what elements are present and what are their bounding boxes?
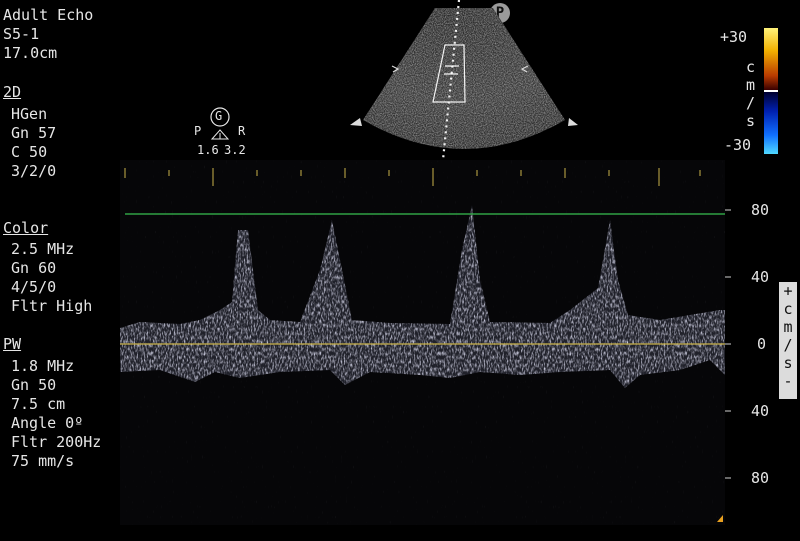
mode-pw-line-3: 7.5 cm: [11, 395, 66, 413]
mode-pw-line-5: Fltr 200Hz: [11, 433, 102, 451]
mode-pw-line-6: 75 mm/s: [11, 452, 75, 470]
velocity-label-0: 0: [757, 335, 767, 353]
velocity-label-40-bottom: 40: [751, 402, 770, 420]
mode-color-line-2: Gn 60: [11, 259, 57, 277]
mode-2d-line-4: 3/2/0: [11, 162, 57, 180]
mode-pw-line-4: Angle 0º: [11, 414, 84, 432]
velocity-unit-slash: /: [783, 336, 793, 354]
mode-2d-line-3: C 50: [11, 143, 48, 161]
mode-2d-line-1: HGen: [11, 105, 48, 123]
g-marker-left-label: P: [194, 124, 202, 138]
g-marker-right-value: 3.2: [224, 143, 246, 157]
color-scale-unit-s: s: [746, 112, 756, 130]
mode-2d-line-2: Gn 57: [11, 124, 57, 142]
sector-left-triangle-marker: [350, 118, 362, 126]
g-marker-right-label: R: [238, 124, 246, 138]
pw-doppler-spectrum[interactable]: [120, 160, 725, 525]
velocity-unit-plus: +: [783, 282, 793, 300]
preset-label: Adult Echo: [3, 6, 94, 24]
velocity-unit-box: + c m / s -: [779, 282, 797, 399]
mode-2d-title: 2D: [3, 83, 22, 101]
velocity-label-40-top: 40: [751, 268, 770, 286]
velocity-label-80-bottom: 80: [751, 469, 770, 487]
velocity-label-80-top: 80: [751, 201, 770, 219]
velocity-unit-c: c: [783, 300, 793, 318]
color-velocity-bar: [764, 28, 778, 154]
sector-right-triangle-marker: [568, 118, 578, 126]
color-scale-unit-m: m: [746, 76, 756, 94]
velocity-unit-minus: -: [783, 372, 793, 390]
g-marker-left-value: 1.6: [197, 143, 219, 157]
mode-pw-line-1: 1.8 MHz: [11, 357, 75, 375]
mode-color-line-1: 2.5 MHz: [11, 240, 75, 258]
mode-pw-title: PW: [3, 335, 22, 353]
color-velocity-bar-graphic: [764, 28, 778, 154]
color-scale-unit-c: c: [746, 58, 756, 76]
mode-pw-line-2: Gn 50: [11, 376, 57, 394]
velocity-unit-m: m: [783, 318, 793, 336]
velocity-unit-s: s: [783, 354, 793, 372]
color-scale-unit-slash: /: [746, 94, 756, 112]
depth-label: 17.0cm: [3, 44, 58, 62]
mode-color-title: Color: [3, 219, 49, 237]
probe-label: S5-1: [3, 25, 40, 43]
g-marker: G P R 1.6 3.2: [194, 106, 250, 158]
color-scale-top: +30: [720, 28, 748, 46]
g-marker-letter: G: [215, 109, 223, 123]
color-scale-bottom: -30: [724, 136, 752, 154]
2d-sector-image[interactable]: [340, 0, 590, 165]
mode-color-line-3: 4/5/0: [11, 278, 57, 296]
mode-color-line-4: Fltr High: [11, 297, 93, 315]
